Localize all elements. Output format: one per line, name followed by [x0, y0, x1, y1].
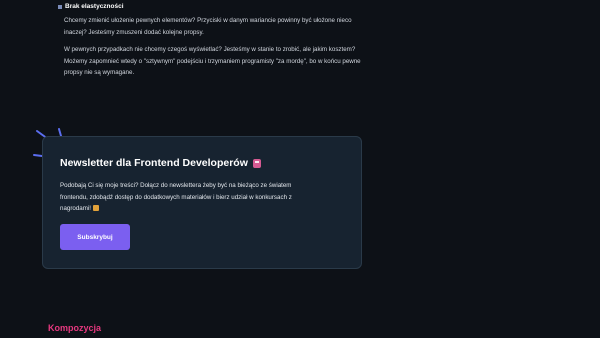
newsletter-title: Newsletter dla Frontend Developerów — [60, 157, 261, 169]
subscribe-button[interactable]: Subskrybuj — [60, 224, 130, 250]
section-heading-kompozycja: Kompozycja — [48, 323, 102, 333]
paragraph-2: W pewnych przypadkach nie chcemy czegoś … — [64, 46, 361, 76]
list-item-brak-elastycznosci: Brak elastyczności — [58, 3, 124, 10]
newsletter-card: Newsletter dla Frontend Developerów Podo… — [42, 136, 362, 269]
envelope-icon — [252, 158, 261, 168]
newsletter-description: Podobają Ci się moje treści? Dołącz do n… — [60, 180, 310, 215]
bullet-title: Brak elastyczności — [65, 3, 124, 10]
newsletter-title-text: Newsletter dla Frontend Developerów — [60, 157, 248, 169]
bullet-marker-icon — [58, 4, 62, 9]
gift-icon — [92, 205, 99, 211]
paragraph-1: Chcemy zmienić ułożenie pewnych elementó… — [64, 17, 352, 36]
